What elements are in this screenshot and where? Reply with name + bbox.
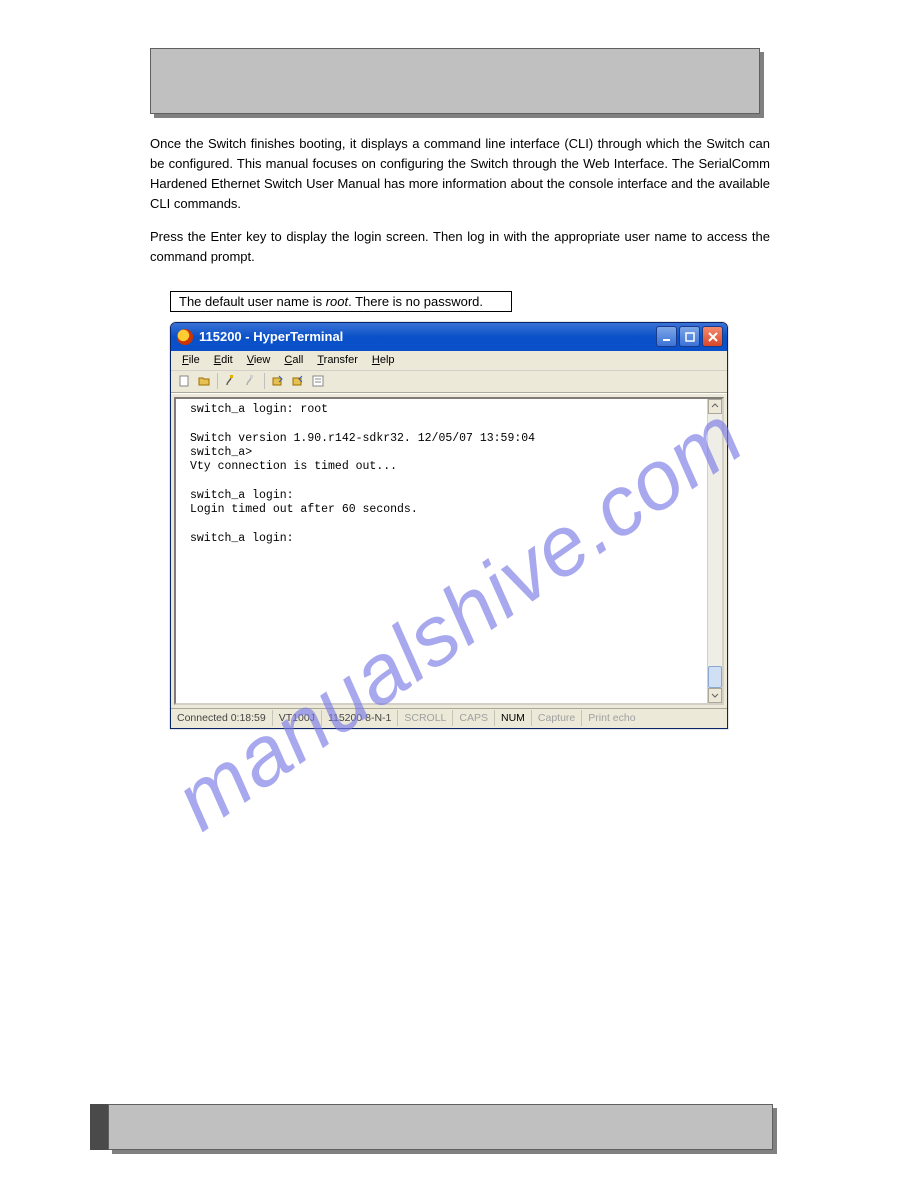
- properties-button[interactable]: [309, 372, 327, 390]
- toolbar: [171, 371, 727, 393]
- status-num: NUM: [495, 710, 532, 726]
- properties-icon: [311, 374, 325, 388]
- status-scroll: SCROLL: [398, 710, 453, 726]
- paragraph-2: Press the Enter key to display the login…: [150, 227, 770, 267]
- send-button[interactable]: [269, 372, 287, 390]
- maximize-button[interactable]: [679, 326, 700, 347]
- vertical-scrollbar[interactable]: [707, 399, 722, 703]
- status-connected: Connected 0:18:59: [171, 710, 273, 726]
- close-button[interactable]: [702, 326, 723, 347]
- status-emulation: VT100J: [273, 710, 322, 726]
- statusbar: Connected 0:18:59 VT100J 115200 8-N-1 SC…: [171, 708, 727, 728]
- maximize-icon: [685, 332, 695, 342]
- scroll-track[interactable]: [708, 414, 722, 688]
- note-username: root: [326, 294, 348, 309]
- chevron-up-icon: [711, 402, 719, 410]
- open-folder-icon: [197, 374, 211, 388]
- note-suffix: . There is no password.: [348, 294, 483, 309]
- status-capture: Capture: [532, 710, 582, 726]
- connect-icon: [224, 374, 238, 388]
- disconnect-icon: [244, 374, 258, 388]
- menu-file-rest: ile: [189, 354, 200, 366]
- receive-icon: [291, 374, 305, 388]
- minimize-icon: [662, 332, 672, 342]
- receive-button[interactable]: [289, 372, 307, 390]
- menu-edit[interactable]: Edit: [207, 354, 240, 366]
- menu-help[interactable]: Help: [365, 354, 402, 366]
- status-printecho: Print echo: [582, 710, 641, 726]
- footer-banner: [108, 1104, 773, 1150]
- toolbar-separator: [217, 373, 218, 389]
- new-file-icon: [177, 374, 191, 388]
- note-prefix: The default user name is: [179, 294, 326, 309]
- scroll-down-button[interactable]: [708, 688, 722, 703]
- header-banner: [150, 48, 760, 114]
- default-login-note: The default user name is root. There is …: [170, 291, 512, 312]
- menu-file[interactable]: File: [175, 354, 207, 366]
- chevron-down-icon: [711, 691, 719, 699]
- menubar: File Edit View Call Transfer Help: [171, 351, 727, 371]
- new-file-button[interactable]: [175, 372, 193, 390]
- client-area-wrap: switch_a login: root Switch version 1.90…: [171, 393, 727, 708]
- status-settings: 115200 8-N-1: [322, 710, 398, 726]
- disconnect-button[interactable]: [242, 372, 260, 390]
- toolbar-separator-2: [264, 373, 265, 389]
- hyperterminal-window: 115200 - HyperTerminal File Edit View Ca…: [170, 322, 728, 729]
- menu-transfer[interactable]: Transfer: [310, 354, 365, 366]
- titlebar[interactable]: 115200 - HyperTerminal: [171, 323, 727, 351]
- client-area: switch_a login: root Switch version 1.90…: [174, 397, 724, 705]
- connect-button[interactable]: [222, 372, 240, 390]
- menu-call[interactable]: Call: [277, 354, 310, 366]
- minimize-button[interactable]: [656, 326, 677, 347]
- terminal-output[interactable]: switch_a login: root Switch version 1.90…: [176, 399, 707, 703]
- menu-view[interactable]: View: [240, 354, 278, 366]
- open-button[interactable]: [195, 372, 213, 390]
- app-icon: [177, 329, 193, 345]
- status-caps: CAPS: [453, 710, 495, 726]
- window-title: 115200 - HyperTerminal: [199, 329, 654, 344]
- scroll-up-button[interactable]: [708, 399, 722, 414]
- close-icon: [708, 332, 718, 342]
- scroll-thumb[interactable]: [708, 666, 722, 688]
- paragraph-1: Once the Switch finishes booting, it dis…: [150, 134, 770, 215]
- body-text: Once the Switch finishes booting, it dis…: [150, 134, 770, 267]
- send-icon: [271, 374, 285, 388]
